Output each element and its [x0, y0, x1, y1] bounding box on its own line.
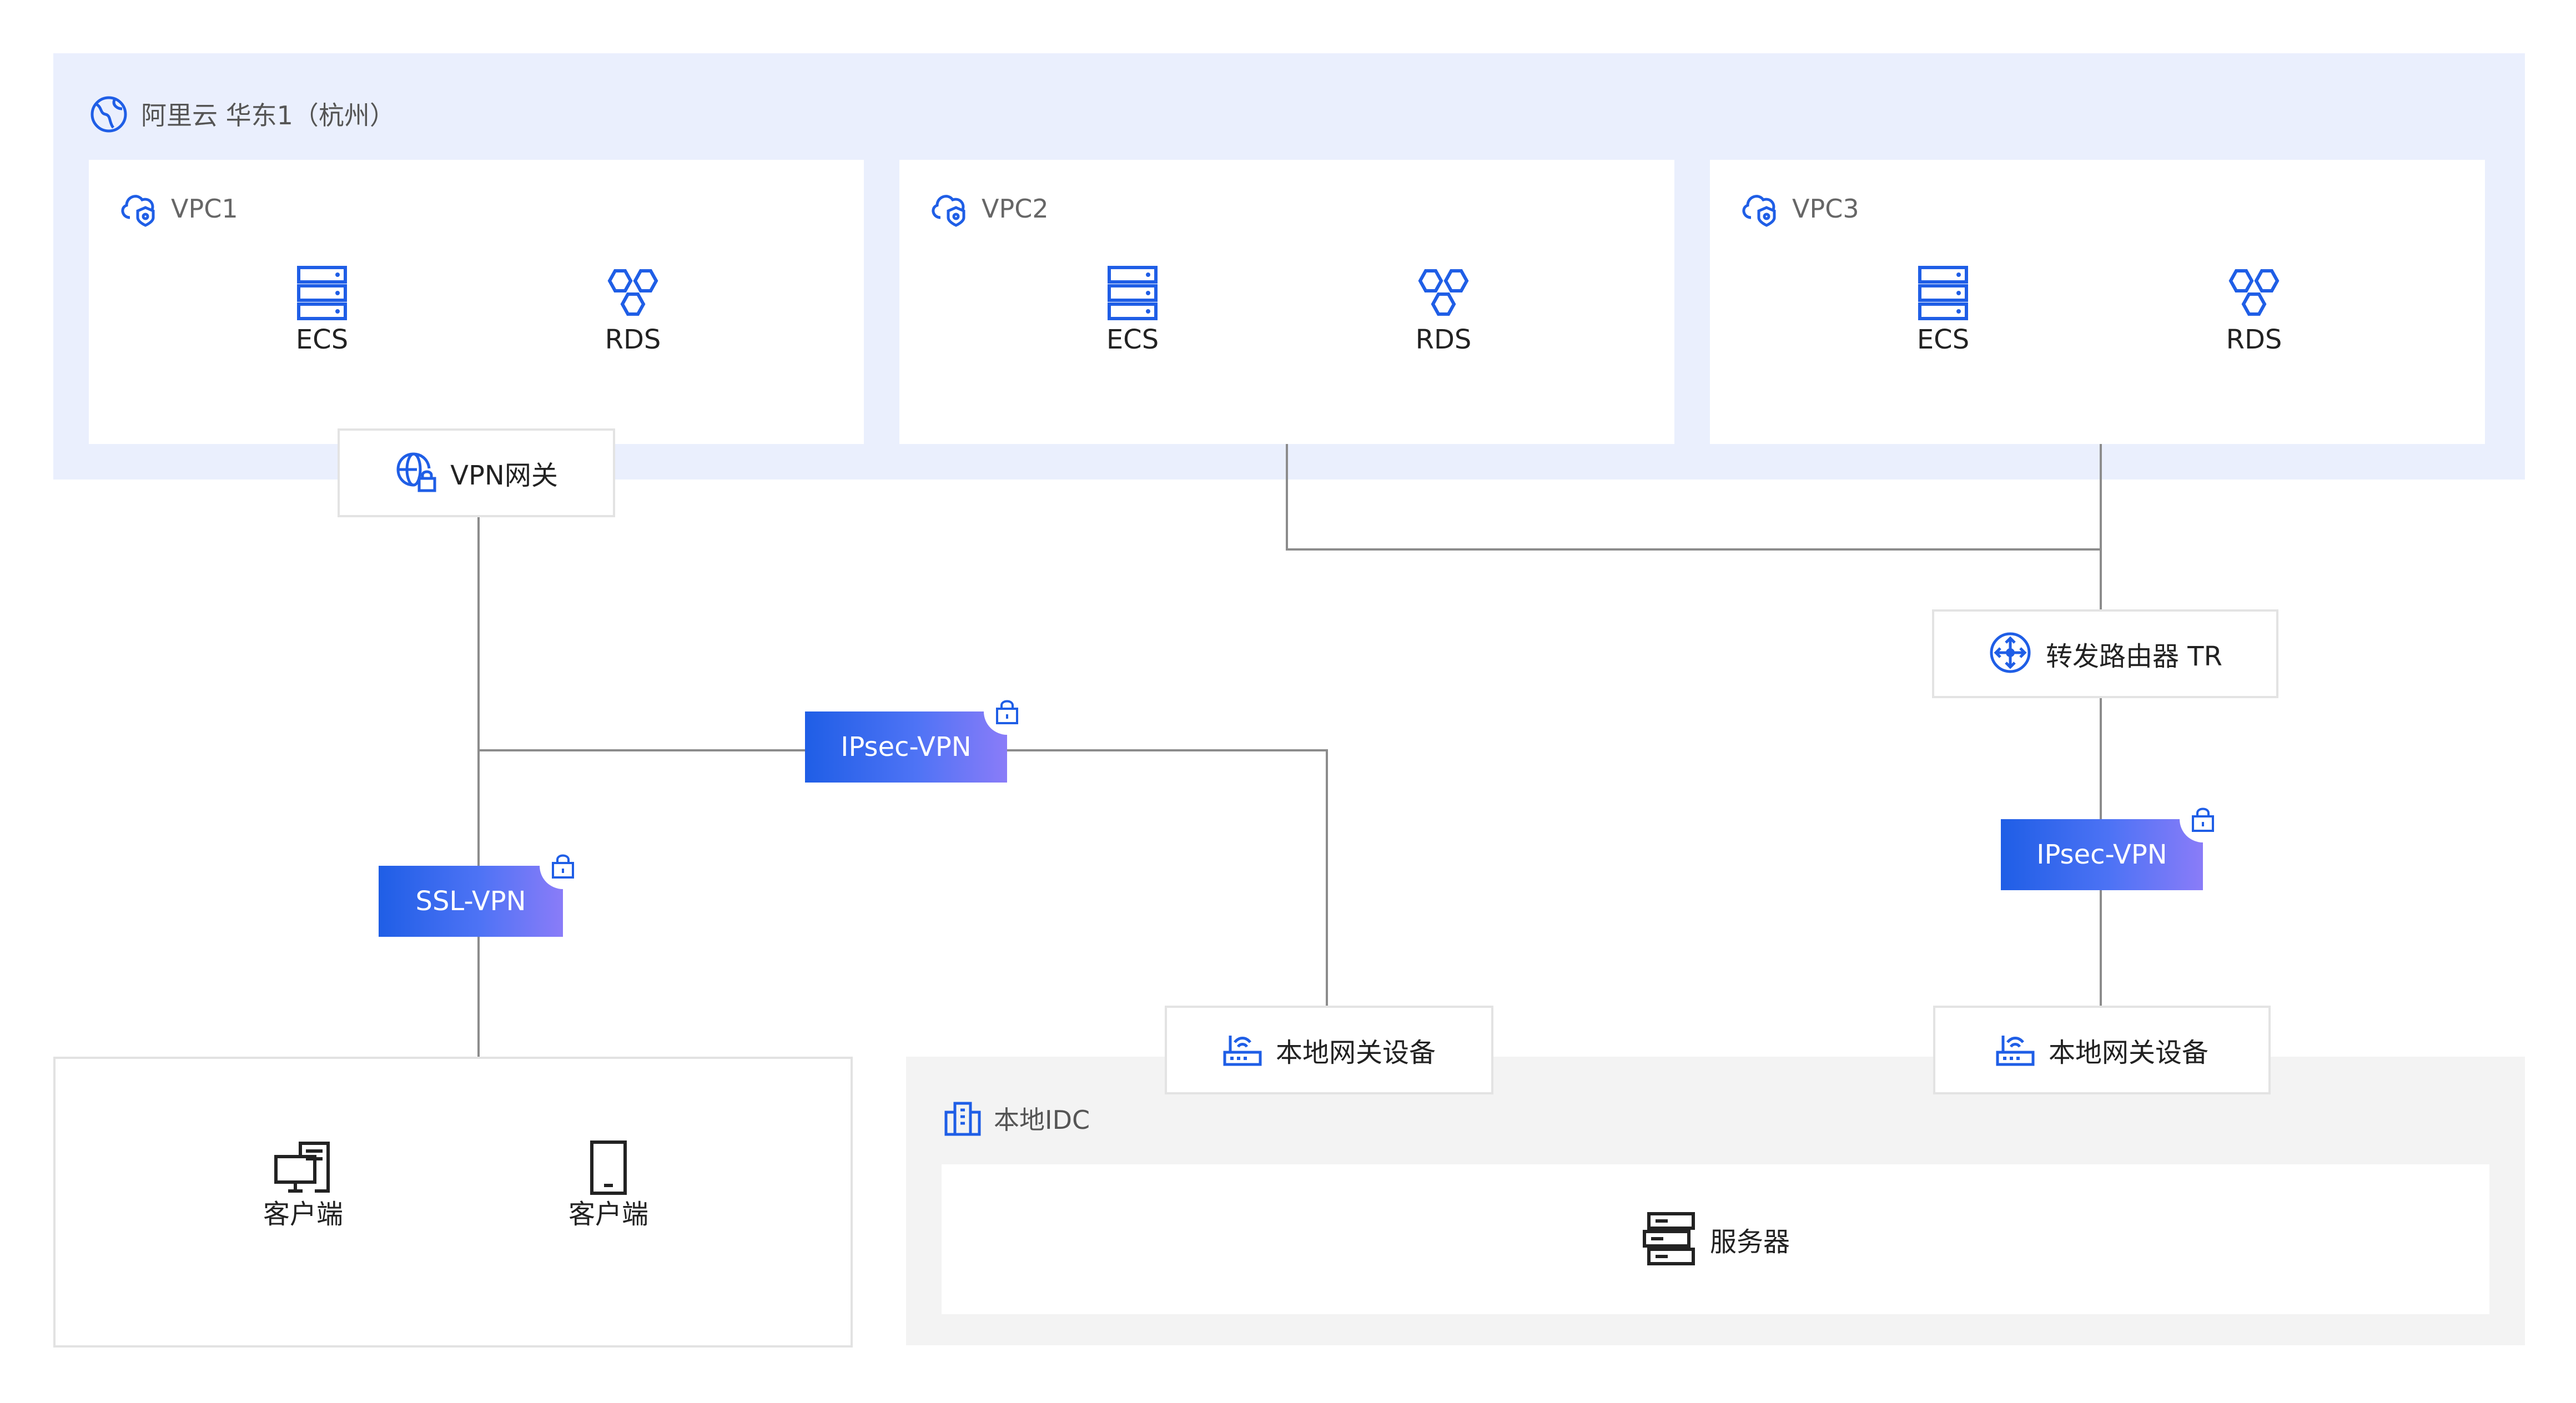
server-stack-icon [1916, 266, 1970, 323]
service-label: ECS [1106, 324, 1159, 355]
server-stack-icon [295, 266, 349, 323]
lock-icon [540, 842, 586, 889]
cloud-shield-icon [118, 188, 161, 230]
ssl-vpn-badge: SSL-VPN [379, 866, 563, 937]
mobile-phone-icon [588, 1140, 628, 1198]
ecs-node: ECS [239, 265, 405, 356]
vpn-gateway-node: VPN网关 [338, 428, 615, 517]
rds-node: RDS [550, 265, 716, 356]
vpc2-label: VPC2 [982, 194, 1049, 224]
cloud-shield-icon [928, 188, 972, 230]
vpc3-header: VPC3 [1739, 188, 1859, 230]
service-label: RDS [605, 324, 661, 355]
vpn-gateway-label: VPN网关 [450, 460, 558, 491]
server-label: 服务器 [1709, 1227, 1790, 1258]
idc-server-box: 服务器 [942, 1164, 2489, 1314]
gateway-device-icon [1222, 1031, 1262, 1069]
vpc3-box: VPC3 ECS RDS [1710, 160, 2485, 444]
service-label: RDS [1415, 324, 1472, 355]
server-stack-icon [1106, 266, 1159, 323]
service-label: ECS [295, 324, 349, 355]
hexagon-cluster-icon [2225, 269, 2283, 323]
transit-router-label: 转发路由器 TR [2046, 641, 2222, 672]
ipsec-vpn-right-badge: IPsec-VPN [2001, 819, 2203, 890]
router-icon [1988, 630, 2032, 677]
local-gateway-right-label: 本地网关设备 [2048, 1037, 2208, 1068]
globe-icon [89, 94, 129, 137]
building-icon [944, 1101, 982, 1139]
rds-node: RDS [2171, 265, 2337, 356]
desktop-client-node: 客户端 [220, 1140, 386, 1231]
vpc1-box: VPC1 ECS RDS [89, 160, 864, 444]
globe-lock-icon [395, 451, 437, 495]
cloud-region-label: 阿里云 华东1（杭州） [141, 100, 395, 130]
ipsec-vpn-right-label: IPsec-VPN [2036, 839, 2167, 870]
desktop-client-label: 客户端 [263, 1199, 343, 1230]
ecs-node: ECS [1860, 265, 2026, 356]
rds-node: RDS [1360, 265, 1527, 356]
local-gateway-right-node: 本地网关设备 [1933, 1006, 2271, 1094]
mobile-client-label: 客户端 [568, 1199, 648, 1230]
ssl-vpn-label: SSL-VPN [415, 886, 526, 917]
idc-label: 本地IDC [994, 1105, 1090, 1135]
vpc2-header: VPC2 [928, 188, 1049, 230]
transit-router-node: 转发路由器 TR [1932, 609, 2278, 698]
ipsec-vpn-left-label: IPsec-VPN [841, 731, 972, 763]
ipsec-left-line [479, 749, 1328, 1006]
hexagon-cluster-icon [604, 269, 662, 323]
vpc-to-tr-line [1286, 444, 2102, 551]
local-gateway-left-label: 本地网关设备 [1275, 1037, 1436, 1068]
ipsec-vpn-left-badge: IPsec-VPN [805, 711, 1007, 783]
ecs-node: ECS [1049, 265, 1216, 356]
service-label: ECS [1916, 324, 1970, 355]
lock-icon [2180, 796, 2226, 842]
gateway-device-icon [1995, 1031, 2035, 1069]
cloud-region-header: 阿里云 华东1（杭州） [89, 94, 395, 137]
local-gateway-left-node: 本地网关设备 [1165, 1006, 1493, 1094]
vpc3-label: VPC3 [1792, 194, 1859, 224]
vpc2-box: VPC2 ECS RDS [899, 160, 1674, 444]
idc-header: 本地IDC [944, 1101, 1090, 1139]
service-label: RDS [2226, 324, 2282, 355]
vpc1-label: VPC1 [171, 194, 238, 224]
cloud-shield-icon [1739, 188, 1782, 230]
server-rack-icon [1641, 1210, 1697, 1268]
vpc1-header: VPC1 [118, 188, 238, 230]
desktop-computer-icon [273, 1142, 334, 1198]
mobile-client-node: 客户端 [525, 1140, 692, 1231]
hexagon-cluster-icon [1415, 269, 1472, 323]
lock-icon [984, 688, 1030, 735]
